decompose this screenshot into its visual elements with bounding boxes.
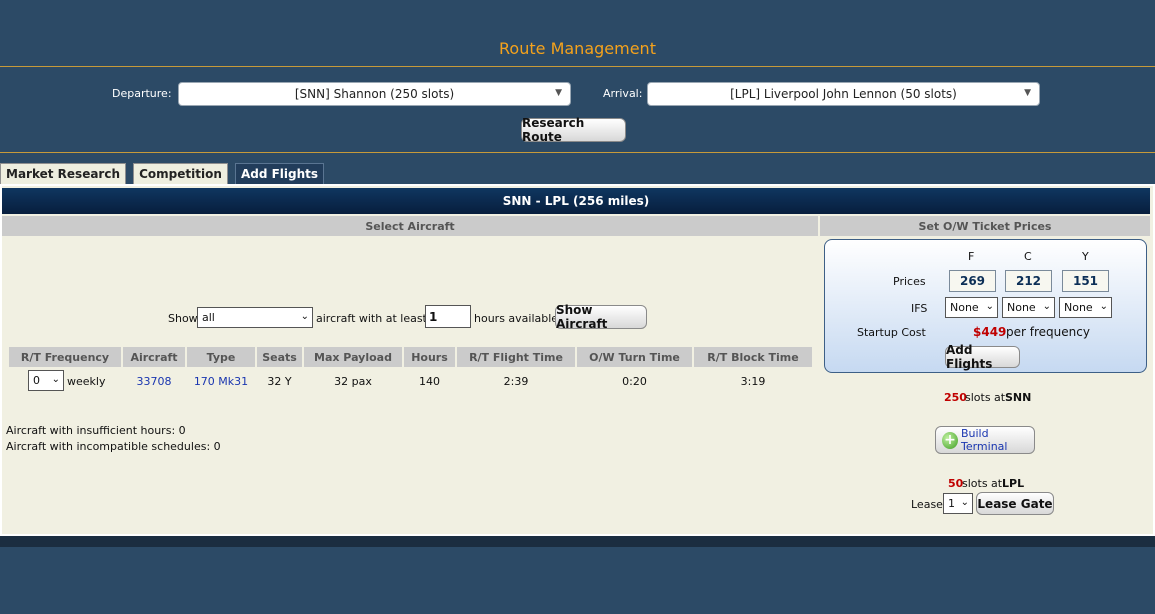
frequency-value: 0	[33, 374, 40, 387]
divider-top	[0, 66, 1155, 67]
departure-value: [SNN] Shannon (250 slots)	[294, 87, 455, 101]
rt-block-time-cell: 3:19	[740, 375, 766, 388]
frequency-unit: weekly	[67, 375, 106, 388]
incompatible-schedules-note: Aircraft with incompatible schedules: 0	[6, 440, 221, 453]
arrival-select[interactable]: [LPL] Liverpool John Lennon (50 slots) ▼	[647, 82, 1040, 106]
show-label: Show	[168, 312, 198, 325]
ticket-prices-heading: Set O/W Ticket Prices	[820, 216, 1150, 236]
col-max-payload: Max Payload	[304, 347, 402, 367]
tab-market-research[interactable]: Market Research	[0, 163, 126, 184]
col-rt-block-time: R/T Block Time	[694, 347, 812, 367]
price-y-input[interactable]: 151	[1062, 270, 1109, 292]
type-link[interactable]: 170 Mk31	[187, 375, 255, 388]
price-c-input[interactable]: 212	[1005, 270, 1052, 292]
aircraft-link[interactable]: 33708	[123, 375, 185, 388]
page-title: Route Management	[499, 39, 656, 58]
chevron-down-icon: ▼	[1024, 88, 1031, 98]
build-terminal-label: Build Terminal	[960, 427, 1008, 453]
show-aircraft-button[interactable]: Show Aircraft	[555, 303, 647, 331]
class-y-label: Y	[1082, 250, 1089, 263]
chevron-down-icon: ▼	[555, 88, 562, 98]
divider-bottom	[0, 152, 1155, 153]
lpl-slots-text: slots at	[962, 477, 1003, 490]
col-hours: Hours	[404, 347, 455, 367]
lease-gate-button[interactable]: Lease Gate	[976, 492, 1054, 515]
lpl-code: LPL	[1002, 477, 1025, 490]
chevron-down-icon: ⌄	[300, 311, 309, 322]
chevron-down-icon: ⌄	[1099, 301, 1108, 312]
chevron-down-icon: ⌄	[1042, 301, 1051, 312]
arrival-label: Arrival:	[603, 87, 643, 100]
show-filter-value: all	[202, 311, 215, 324]
ifs-f-select[interactable]: None ⌄	[945, 297, 998, 318]
chevron-down-icon: ⌄	[985, 301, 994, 312]
col-rt-frequency: R/T Frequency	[9, 347, 121, 367]
col-type: Type	[187, 347, 255, 367]
plus-icon: +	[942, 431, 958, 449]
class-c-label: C	[1024, 250, 1032, 263]
frequency-select[interactable]: 0 ⌄	[28, 370, 64, 391]
hours-available-label: hours available:	[474, 312, 562, 325]
col-seats: Seats	[257, 347, 302, 367]
show-filter-select[interactable]: all ⌄	[197, 307, 313, 328]
prices-label: Prices	[893, 275, 926, 288]
col-ow-turn-time: O/W Turn Time	[577, 347, 692, 367]
build-terminal-button[interactable]: + Build Terminal	[935, 426, 1035, 454]
price-f-input[interactable]: 269	[949, 270, 996, 292]
ow-turn-time-cell: 0:20	[622, 375, 647, 388]
lease-label: Lease	[911, 498, 943, 511]
ifs-c-select[interactable]: None ⌄	[1002, 297, 1055, 318]
snn-code: SNN	[1005, 391, 1032, 404]
hours-cell: 140	[419, 375, 440, 388]
startup-cost-value: $449	[973, 325, 1007, 339]
startup-cost-label: Startup Cost	[857, 326, 926, 339]
research-route-button[interactable]: Research Route	[521, 116, 626, 144]
max-payload-cell: 32 pax	[334, 375, 372, 388]
route-header: SNN - LPL (256 miles)	[2, 188, 1150, 214]
col-rt-flight-time: R/T Flight Time	[457, 347, 575, 367]
at-least-label: aircraft with at least	[316, 312, 427, 325]
tab-competition[interactable]: Competition	[133, 163, 228, 184]
ifs-y-value: None	[1064, 301, 1093, 314]
col-aircraft: Aircraft	[123, 347, 185, 367]
ifs-y-select[interactable]: None ⌄	[1059, 297, 1112, 318]
ifs-f-value: None	[950, 301, 979, 314]
ifs-c-value: None	[1007, 301, 1036, 314]
select-aircraft-heading: Select Aircraft	[2, 216, 818, 236]
ifs-label: IFS	[911, 302, 928, 315]
class-f-label: F	[968, 250, 975, 263]
insufficient-hours-note: Aircraft with insufficient hours: 0	[6, 424, 186, 437]
tab-add-flights[interactable]: Add Flights	[235, 163, 324, 184]
arrival-value: [LPL] Liverpool John Lennon (50 slots)	[730, 87, 957, 101]
lease-select[interactable]: 1 ⌄	[943, 493, 973, 514]
snn-slots-count: 250	[944, 391, 967, 404]
footer-band	[0, 536, 1155, 547]
seats-cell: 32 Y	[267, 375, 292, 388]
startup-cost-suffix: per frequency	[1006, 325, 1090, 339]
lease-value: 1	[948, 497, 955, 510]
hours-input[interactable]: 1	[425, 305, 471, 328]
departure-select[interactable]: [SNN] Shannon (250 slots) ▼	[178, 82, 571, 106]
snn-slots-text: slots at	[965, 391, 1006, 404]
add-flights-button[interactable]: Add Flights	[945, 343, 1020, 371]
chevron-down-icon: ⌄	[960, 497, 969, 508]
departure-label: Departure:	[112, 87, 172, 100]
chevron-down-icon: ⌄	[51, 374, 60, 385]
rt-flight-time-cell: 2:39	[503, 375, 529, 388]
